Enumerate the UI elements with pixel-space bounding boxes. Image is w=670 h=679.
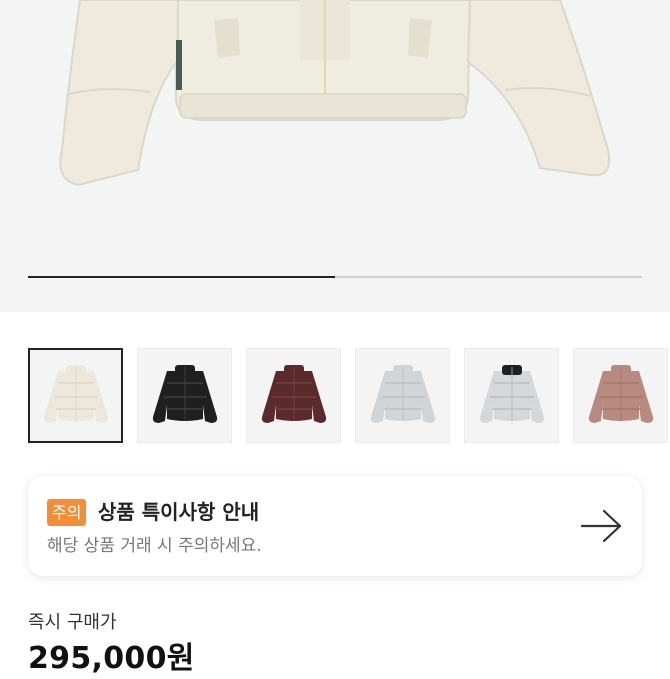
product-main-image (59, 0, 611, 187)
product-notice-card[interactable]: 주의 상품 특이사항 안내 해당 상품 거래 시 주의하세요. (28, 476, 642, 576)
arrow-right-icon[interactable] (580, 508, 624, 544)
thumbnail-burgundy[interactable] (246, 348, 341, 443)
jacket-image (43, 364, 108, 423)
thumbnail-strip (28, 348, 670, 444)
jacket-image (479, 364, 544, 423)
caution-badge: 주의 (47, 499, 87, 526)
jacket-image (152, 364, 217, 423)
product-image-gallery[interactable] (0, 0, 670, 312)
thumbnail-rose[interactable] (573, 348, 668, 443)
gallery-progress-track (28, 276, 642, 278)
gallery-progress-fill (28, 276, 335, 278)
thumbnail-silver[interactable] (355, 348, 450, 443)
jacket-image (261, 364, 326, 423)
thumbnail-black[interactable] (137, 348, 232, 443)
jacket-image (370, 364, 435, 423)
notice-subtitle: 해당 상품 거래 시 주의하세요. (47, 536, 262, 556)
jacket-image (588, 364, 653, 423)
price-label: 즉시 구매가 (28, 612, 117, 633)
thumbnail-black-silver[interactable] (464, 348, 559, 443)
thumbnail-cream[interactable] (28, 348, 123, 443)
notice-title: 상품 특이사항 안내 (98, 500, 260, 524)
price-value: 295,000원 (28, 641, 195, 676)
